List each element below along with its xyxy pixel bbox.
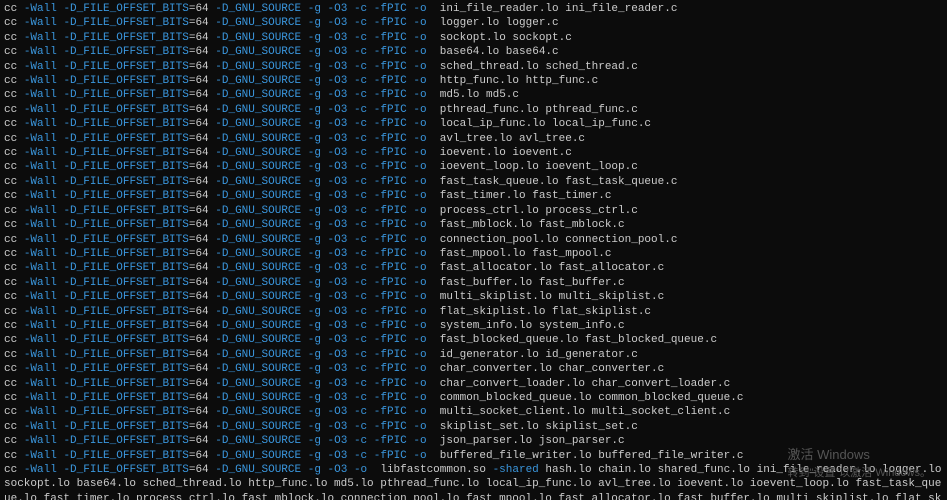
compile-target: common_blocked_queue.lo common_blocked_q… xyxy=(440,392,744,404)
compile-line: cc -Wall -D_FILE_OFFSET_BITS=64 -D_GNU_S… xyxy=(4,276,943,290)
compile-target: multi_socket_client.lo multi_socket_clie… xyxy=(440,406,730,418)
compile-target: logger.lo logger.c xyxy=(440,17,559,29)
compile-line: cc -Wall -D_FILE_OFFSET_BITS=64 -D_GNU_S… xyxy=(4,247,943,261)
compile-line: cc -Wall -D_FILE_OFFSET_BITS=64 -D_GNU_S… xyxy=(4,449,943,463)
compile-target: avl_tree.lo avl_tree.c xyxy=(440,133,585,145)
compile-line: cc -Wall -D_FILE_OFFSET_BITS=64 -D_GNU_S… xyxy=(4,204,943,218)
compile-line: cc -Wall -D_FILE_OFFSET_BITS=64 -D_GNU_S… xyxy=(4,117,943,131)
compile-target: fast_blocked_queue.lo fast_blocked_queue… xyxy=(440,334,717,346)
compile-target: fast_mblock.lo fast_mblock.c xyxy=(440,219,625,231)
compile-line: cc -Wall -D_FILE_OFFSET_BITS=64 -D_GNU_S… xyxy=(4,175,943,189)
compile-target: fast_allocator.lo fast_allocator.c xyxy=(440,262,664,274)
compile-target: multi_skiplist.lo multi_skiplist.c xyxy=(440,291,664,303)
compile-line: cc -Wall -D_FILE_OFFSET_BITS=64 -D_GNU_S… xyxy=(4,405,943,419)
compile-line: cc -Wall -D_FILE_OFFSET_BITS=64 -D_GNU_S… xyxy=(4,16,943,30)
compile-line: cc -Wall -D_FILE_OFFSET_BITS=64 -D_GNU_S… xyxy=(4,31,943,45)
compile-line: cc -Wall -D_FILE_OFFSET_BITS=64 -D_GNU_S… xyxy=(4,305,943,319)
compile-line: cc -Wall -D_FILE_OFFSET_BITS=64 -D_GNU_S… xyxy=(4,377,943,391)
compile-line: cc -Wall -D_FILE_OFFSET_BITS=64 -D_GNU_S… xyxy=(4,333,943,347)
compile-line: cc -Wall -D_FILE_OFFSET_BITS=64 -D_GNU_S… xyxy=(4,103,943,117)
compile-line: cc -Wall -D_FILE_OFFSET_BITS=64 -D_GNU_S… xyxy=(4,189,943,203)
compile-target: fast_buffer.lo fast_buffer.c xyxy=(440,277,625,289)
compile-line: cc -Wall -D_FILE_OFFSET_BITS=64 -D_GNU_S… xyxy=(4,160,943,174)
compile-line: cc -Wall -D_FILE_OFFSET_BITS=64 -D_GNU_S… xyxy=(4,218,943,232)
compile-target: base64.lo base64.c xyxy=(440,46,559,58)
compile-line: cc -Wall -D_FILE_OFFSET_BITS=64 -D_GNU_S… xyxy=(4,434,943,448)
compile-target: md5.lo md5.c xyxy=(440,89,519,101)
compile-target: buffered_file_writer.lo buffered_file_wr… xyxy=(440,450,744,462)
compile-line: cc -Wall -D_FILE_OFFSET_BITS=64 -D_GNU_S… xyxy=(4,132,943,146)
compile-target: system_info.lo system_info.c xyxy=(440,320,625,332)
compile-line: cc -Wall -D_FILE_OFFSET_BITS=64 -D_GNU_S… xyxy=(4,88,943,102)
compile-target: connection_pool.lo connection_pool.c xyxy=(440,234,678,246)
compile-line: cc -Wall -D_FILE_OFFSET_BITS=64 -D_GNU_S… xyxy=(4,420,943,434)
compile-target: char_converter.lo char_converter.c xyxy=(440,363,664,375)
compile-line: cc -Wall -D_FILE_OFFSET_BITS=64 -D_GNU_S… xyxy=(4,319,943,333)
compile-target: flat_skiplist.lo flat_skiplist.c xyxy=(440,306,651,318)
compile-target: ini_file_reader.lo ini_file_reader.c xyxy=(440,3,678,15)
compile-line: cc -Wall -D_FILE_OFFSET_BITS=64 -D_GNU_S… xyxy=(4,2,943,16)
compile-target: pthread_func.lo pthread_func.c xyxy=(440,104,638,116)
compile-line: cc -Wall -D_FILE_OFFSET_BITS=64 -D_GNU_S… xyxy=(4,146,943,160)
compile-target: ioevent.lo ioevent.c xyxy=(440,147,572,159)
compile-line: cc -Wall -D_FILE_OFFSET_BITS=64 -D_GNU_S… xyxy=(4,348,943,362)
compile-line: cc -Wall -D_FILE_OFFSET_BITS=64 -D_GNU_S… xyxy=(4,233,943,247)
compile-target: fast_task_queue.lo fast_task_queue.c xyxy=(440,176,678,188)
compile-line: cc -Wall -D_FILE_OFFSET_BITS=64 -D_GNU_S… xyxy=(4,290,943,304)
terminal-output[interactable]: cc -Wall -D_FILE_OFFSET_BITS=64 -D_GNU_S… xyxy=(0,0,947,500)
compile-target: fast_timer.lo fast_timer.c xyxy=(440,190,612,202)
compile-target: id_generator.lo id_generator.c xyxy=(440,349,638,361)
compile-line: cc -Wall -D_FILE_OFFSET_BITS=64 -D_GNU_S… xyxy=(4,362,943,376)
compile-target: http_func.lo http_func.c xyxy=(440,75,598,87)
compile-line: cc -Wall -D_FILE_OFFSET_BITS=64 -D_GNU_S… xyxy=(4,60,943,74)
compile-target: skiplist_set.lo skiplist_set.c xyxy=(440,421,638,433)
compile-target: process_ctrl.lo process_ctrl.c xyxy=(440,205,638,217)
link-so-line: cc -Wall -D_FILE_OFFSET_BITS=64 -D_GNU_S… xyxy=(4,463,943,500)
compile-target: char_convert_loader.lo char_convert_load… xyxy=(440,378,730,390)
compile-line: cc -Wall -D_FILE_OFFSET_BITS=64 -D_GNU_S… xyxy=(4,74,943,88)
compile-target: local_ip_func.lo local_ip_func.c xyxy=(440,118,651,130)
compile-target: sockopt.lo sockopt.c xyxy=(440,32,572,44)
compile-line: cc -Wall -D_FILE_OFFSET_BITS=64 -D_GNU_S… xyxy=(4,45,943,59)
compile-line: cc -Wall -D_FILE_OFFSET_BITS=64 -D_GNU_S… xyxy=(4,261,943,275)
compile-target: ioevent_loop.lo ioevent_loop.c xyxy=(440,161,638,173)
compile-target: sched_thread.lo sched_thread.c xyxy=(440,61,638,73)
compile-target: json_parser.lo json_parser.c xyxy=(440,435,625,447)
compile-line: cc -Wall -D_FILE_OFFSET_BITS=64 -D_GNU_S… xyxy=(4,391,943,405)
compile-target: fast_mpool.lo fast_mpool.c xyxy=(440,248,612,260)
